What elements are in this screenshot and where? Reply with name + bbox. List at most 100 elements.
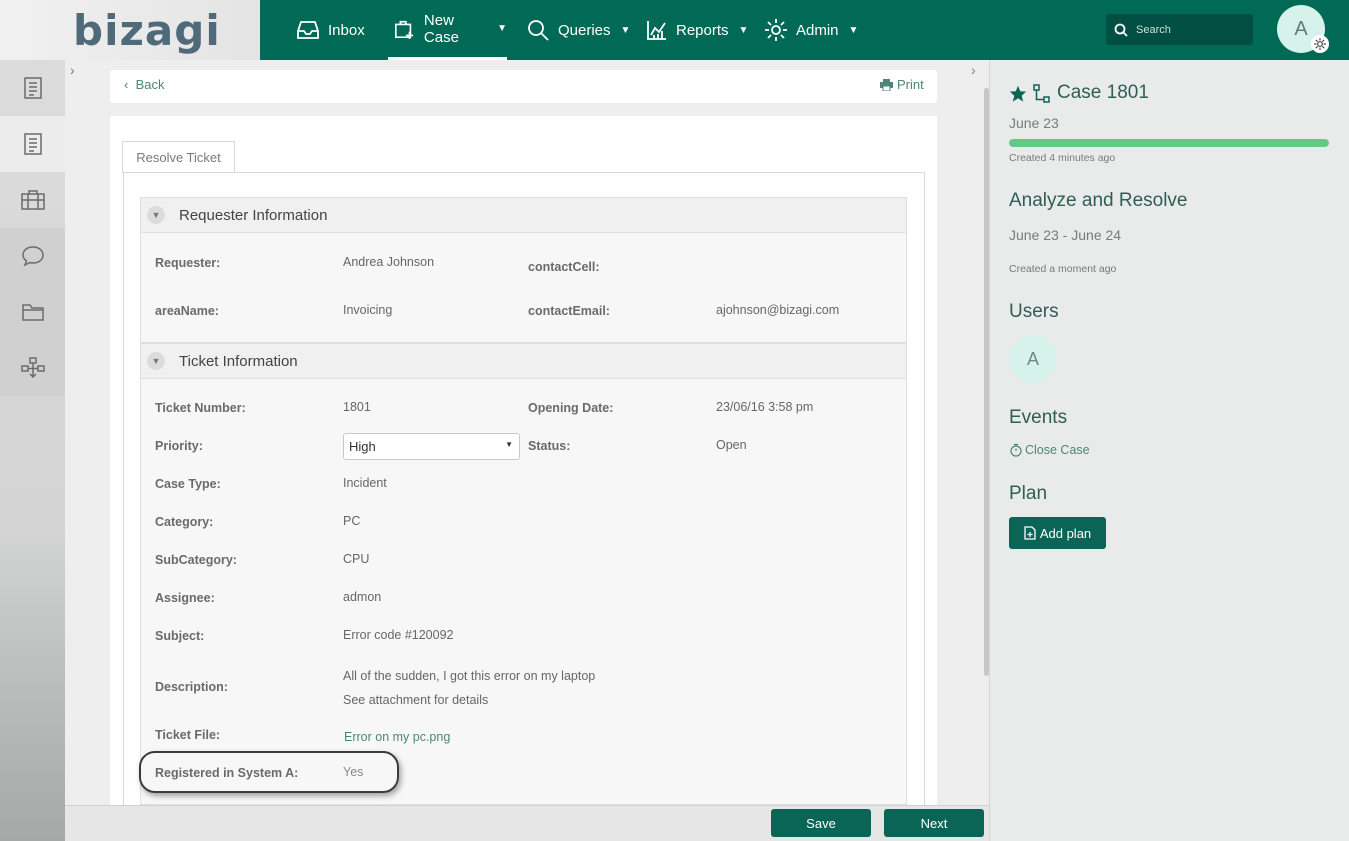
toolbar	[110, 70, 937, 103]
rail-item-chat[interactable]	[0, 228, 65, 284]
save-button[interactable]: Save	[771, 809, 871, 837]
briefcase-icon	[20, 190, 45, 210]
rail-item-folders[interactable]	[0, 284, 65, 340]
case-created-time: Created 4 minutes ago	[1009, 152, 1116, 164]
category-value: PC	[343, 514, 361, 528]
highlight-annotation	[139, 751, 399, 793]
nav-queries-label: Queries	[558, 21, 611, 39]
case-title: Case 1801	[1057, 82, 1149, 103]
search-input[interactable]	[1136, 23, 1246, 36]
chevron-down-icon[interactable]: ▼	[147, 206, 165, 224]
timer-icon	[1010, 443, 1022, 457]
chevron-down-icon: ▼	[848, 24, 859, 36]
avatar-settings-icon[interactable]	[1311, 35, 1329, 53]
rail-item-process[interactable]	[0, 340, 65, 396]
new-case-icon	[395, 20, 414, 39]
nav-admin[interactable]: Admin ▼	[764, 0, 858, 60]
rail-item-cases[interactable]	[0, 172, 65, 228]
rail-item-inbox[interactable]	[0, 60, 65, 116]
back-label: Back	[135, 77, 165, 92]
group-title: Ticket Information	[179, 352, 298, 370]
contact-cell-label: contactCell:	[528, 260, 600, 274]
ticket-file-label: Ticket File:	[155, 728, 221, 742]
tab-resolve-ticket[interactable]: Resolve Ticket	[122, 141, 235, 173]
nav-new-case-label: New Case	[423, 11, 459, 46]
add-plan-button[interactable]: Add plan	[1009, 517, 1106, 549]
close-case-event[interactable]: Close Case	[1009, 443, 1090, 457]
chevron-down-icon: ▼	[620, 24, 631, 36]
document-list-icon	[23, 77, 42, 99]
priority-label: Priority:	[155, 439, 203, 453]
search-icon	[1114, 23, 1128, 37]
chevron-down-icon: ▼	[738, 24, 749, 36]
description-line-2: See attachment for details	[343, 693, 489, 707]
area-name-value: Invoicing	[343, 303, 393, 317]
assignee-value: admon	[343, 590, 382, 604]
subject-label: Subject:	[155, 629, 205, 643]
requester-label: Requester:	[155, 256, 221, 270]
case-type-label: Case Type:	[155, 477, 221, 491]
status-label: Status:	[528, 439, 571, 453]
nav-admin-label: Admin	[796, 21, 839, 39]
area-name-label: areaName:	[155, 304, 219, 318]
contact-email-label: contactEmail:	[528, 304, 610, 318]
search-icon	[528, 20, 549, 41]
ticket-file-link[interactable]: Error on my pc.png	[344, 730, 450, 744]
group-header[interactable]: ▼ Ticket Information	[141, 344, 906, 379]
nav-inbox[interactable]: Inbox	[296, 0, 365, 60]
events-heading: Events	[1009, 407, 1068, 428]
reports-chart-icon	[647, 21, 666, 40]
requester-value: Andrea Johnson	[343, 255, 435, 269]
star-icon[interactable]	[1009, 85, 1027, 102]
next-button[interactable]: Next	[884, 809, 984, 837]
nav-inbox-label: Inbox	[328, 21, 365, 39]
process-flow-icon	[20, 357, 45, 379]
group-header[interactable]: ▼ Requester Information	[141, 198, 906, 233]
subcategory-value: CPU	[343, 552, 370, 566]
opening-date-value: 23/06/16 3:58 pm	[716, 400, 814, 414]
chevron-down-icon[interactable]: ▼	[147, 352, 165, 370]
user-avatar-initial: A	[1294, 17, 1308, 40]
assigned-user-initial: A	[1026, 348, 1039, 369]
requester-information-group: ▼ Requester Information	[140, 197, 907, 343]
expand-left-chevron-icon[interactable]: ›	[70, 62, 86, 82]
priority-selected-value: High	[349, 439, 376, 454]
inbox-icon	[297, 21, 319, 39]
printer-icon	[880, 78, 893, 91]
contact-email-value: ajohnson@bizagi.com	[716, 303, 840, 317]
close-case-label: Close Case	[1025, 443, 1090, 457]
folder-icon	[21, 304, 44, 321]
opening-date-label: Opening Date:	[528, 401, 614, 415]
rail-item-work[interactable]	[0, 116, 65, 172]
subcategory-label: SubCategory:	[155, 553, 237, 567]
back-link[interactable]: ‹ Back	[124, 77, 164, 92]
description-line-1: All of the sudden, I got this error on m…	[343, 669, 596, 683]
case-progress-fill	[1009, 139, 1329, 147]
plan-heading: Plan	[1009, 483, 1048, 504]
nav-queries[interactable]: Queries ▼	[526, 0, 630, 60]
case-progress-bar	[1009, 139, 1329, 147]
case-type-value: Incident	[343, 476, 387, 490]
print-link[interactable]: Print	[880, 77, 924, 92]
print-label: Print	[897, 77, 924, 92]
assignee-label: Assignee:	[155, 591, 215, 605]
ticket-number-value: 1801	[343, 400, 371, 414]
status-value: Open	[716, 438, 747, 452]
description-label: Description:	[155, 680, 228, 694]
subject-value: Error code #120092	[343, 628, 454, 642]
search-box[interactable]	[1106, 14, 1253, 45]
logo-area: bizagi	[0, 0, 260, 60]
priority-select[interactable]: High ▼	[343, 433, 520, 460]
add-plan-label: Add plan	[1039, 525, 1092, 541]
document-list-icon	[23, 133, 42, 155]
nav-reports[interactable]: Reports ▼	[646, 0, 748, 60]
chevron-down-icon: ▼	[497, 23, 507, 34]
task-created-time: Created a moment ago	[1009, 263, 1117, 275]
assigned-user-avatar[interactable]: A	[1009, 335, 1057, 383]
category-label: Category:	[155, 515, 214, 529]
process-map-icon[interactable]	[1033, 84, 1051, 104]
users-heading: Users	[1009, 301, 1059, 322]
collapse-right-chevron-icon[interactable]: ›	[971, 62, 976, 78]
nav-new-case[interactable]: New Case ▼	[388, 0, 507, 60]
add-document-icon	[1024, 526, 1036, 540]
